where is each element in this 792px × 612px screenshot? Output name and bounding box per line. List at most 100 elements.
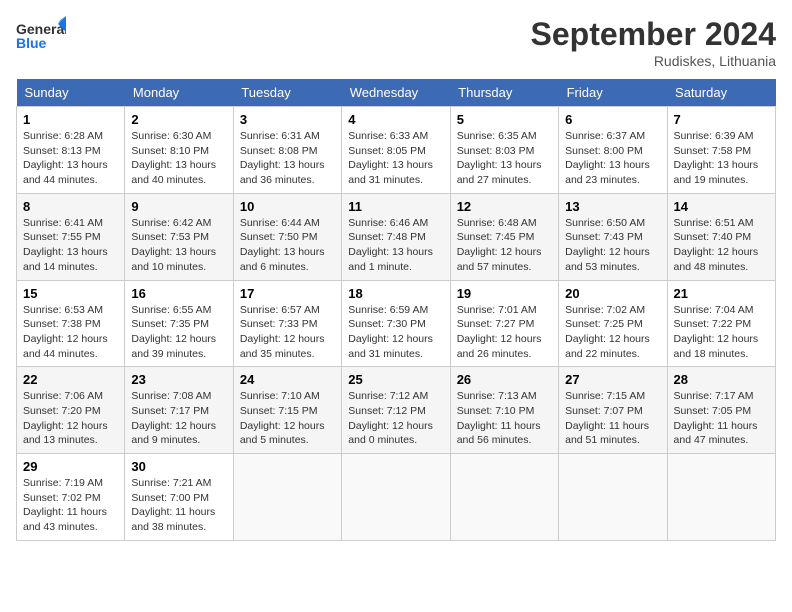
day-info: Sunrise: 6:37 AMSunset: 8:00 PMDaylight:… [565, 129, 660, 188]
calendar-body: 1 Sunrise: 6:28 AMSunset: 8:13 PMDaylight… [17, 107, 776, 541]
day-cell: 20Sunrise: 7:02 AMSunset: 7:25 PMDayligh… [559, 280, 667, 367]
day-cell [667, 454, 775, 541]
day-cell: 19Sunrise: 7:01 AMSunset: 7:27 PMDayligh… [450, 280, 558, 367]
day-number: 30 [131, 459, 226, 474]
day-info: Sunrise: 7:15 AMSunset: 7:07 PMDaylight:… [565, 389, 660, 448]
day-info: Sunrise: 7:12 AMSunset: 7:12 PMDaylight:… [348, 389, 443, 448]
day-cell: 3 Sunrise: 6:31 AMSunset: 8:08 PMDaylight… [233, 107, 341, 194]
day-info: Sunrise: 6:46 AMSunset: 7:48 PMDaylight:… [348, 216, 443, 275]
day-info: Sunrise: 6:33 AMSunset: 8:05 PMDaylight:… [348, 129, 443, 188]
day-cell: 17Sunrise: 6:57 AMSunset: 7:33 PMDayligh… [233, 280, 341, 367]
day-number: 28 [674, 372, 769, 387]
day-number: 27 [565, 372, 660, 387]
day-cell [233, 454, 341, 541]
weekday-friday: Friday [559, 79, 667, 107]
day-cell: 12 Sunrise: 6:48 AMSunset: 7:45 PMDayligh… [450, 193, 558, 280]
day-info: Sunrise: 6:59 AMSunset: 7:30 PMDaylight:… [348, 303, 443, 362]
day-number: 26 [457, 372, 552, 387]
day-info: Sunrise: 7:02 AMSunset: 7:25 PMDaylight:… [565, 303, 660, 362]
day-info: Sunrise: 6:31 AMSunset: 8:08 PMDaylight:… [240, 129, 335, 188]
day-cell: 18 Sunrise: 6:59 AMSunset: 7:30 PMDayligh… [342, 280, 450, 367]
day-cell: 4 Sunrise: 6:33 AMSunset: 8:05 PMDaylight… [342, 107, 450, 194]
day-cell: 22 Sunrise: 7:06 AMSunset: 7:20 PMDayligh… [17, 367, 125, 454]
day-number: 24 [240, 372, 335, 387]
day-info: Sunrise: 7:10 AMSunset: 7:15 PMDaylight:… [240, 389, 335, 448]
day-number: 4 [348, 112, 443, 127]
day-info: Sunrise: 6:39 AMSunset: 7:58 PMDaylight:… [674, 129, 769, 188]
day-number: 13 [565, 199, 660, 214]
day-cell: 13 Sunrise: 6:50 AMSunset: 7:43 PMDayligh… [559, 193, 667, 280]
day-number: 29 [23, 459, 118, 474]
day-info: Sunrise: 6:28 AMSunset: 8:13 PMDaylight:… [23, 129, 118, 188]
day-number: 16 [131, 286, 226, 301]
day-cell: 23 Sunrise: 7:08 AMSunset: 7:17 PMDayligh… [125, 367, 233, 454]
day-cell: 24 Sunrise: 7:10 AMSunset: 7:15 PMDayligh… [233, 367, 341, 454]
day-info: Sunrise: 6:48 AMSunset: 7:45 PMDaylight:… [457, 216, 552, 275]
day-cell: 10Sunrise: 6:44 AMSunset: 7:50 PMDayligh… [233, 193, 341, 280]
day-number: 18 [348, 286, 443, 301]
day-number: 9 [131, 199, 226, 214]
week-row-3: 15Sunrise: 6:53 AMSunset: 7:38 PMDayligh… [17, 280, 776, 367]
weekday-monday: Monday [125, 79, 233, 107]
day-number: 6 [565, 112, 660, 127]
day-cell: 6 Sunrise: 6:37 AMSunset: 8:00 PMDaylight… [559, 107, 667, 194]
day-number: 14 [674, 199, 769, 214]
week-row-4: 22 Sunrise: 7:06 AMSunset: 7:20 PMDayligh… [17, 367, 776, 454]
day-cell: 8 Sunrise: 6:41 AMSunset: 7:55 PMDaylight… [17, 193, 125, 280]
day-cell: 7 Sunrise: 6:39 AMSunset: 7:58 PMDaylight… [667, 107, 775, 194]
week-row-5: 29 Sunrise: 7:19 AMSunset: 7:02 PMDayligh… [17, 454, 776, 541]
day-number: 25 [348, 372, 443, 387]
day-info: Sunrise: 6:50 AMSunset: 7:43 PMDaylight:… [565, 216, 660, 275]
day-number: 19 [457, 286, 552, 301]
day-info: Sunrise: 6:51 AMSunset: 7:40 PMDaylight:… [674, 216, 769, 275]
day-info: Sunrise: 7:17 AMSunset: 7:05 PMDaylight:… [674, 389, 769, 448]
day-info: Sunrise: 6:42 AMSunset: 7:53 PMDaylight:… [131, 216, 226, 275]
day-info: Sunrise: 7:04 AMSunset: 7:22 PMDaylight:… [674, 303, 769, 362]
day-cell: 2 Sunrise: 6:30 AMSunset: 8:10 PMDaylight… [125, 107, 233, 194]
day-number: 10 [240, 199, 335, 214]
title-area: September 2024 Rudiskes, Lithuania [531, 16, 776, 69]
day-cell: 9 Sunrise: 6:42 AMSunset: 7:53 PMDaylight… [125, 193, 233, 280]
day-number: 8 [23, 199, 118, 214]
weekday-tuesday: Tuesday [233, 79, 341, 107]
day-number: 11 [348, 199, 443, 214]
header: General Blue September 2024 Rudiskes, Li… [16, 16, 776, 69]
day-cell [342, 454, 450, 541]
month-title: September 2024 [531, 16, 776, 53]
day-info: Sunrise: 6:35 AMSunset: 8:03 PMDaylight:… [457, 129, 552, 188]
day-number: 2 [131, 112, 226, 127]
weekday-saturday: Saturday [667, 79, 775, 107]
day-number: 22 [23, 372, 118, 387]
day-info: Sunrise: 6:41 AMSunset: 7:55 PMDaylight:… [23, 216, 118, 275]
day-number: 3 [240, 112, 335, 127]
day-cell: 29 Sunrise: 7:19 AMSunset: 7:02 PMDayligh… [17, 454, 125, 541]
day-cell: 26 Sunrise: 7:13 AMSunset: 7:10 PMDayligh… [450, 367, 558, 454]
day-info: Sunrise: 6:30 AMSunset: 8:10 PMDaylight:… [131, 129, 226, 188]
day-info: Sunrise: 6:55 AMSunset: 7:35 PMDaylight:… [131, 303, 226, 362]
day-cell: 30 Sunrise: 7:21 AMSunset: 7:00 PMDayligh… [125, 454, 233, 541]
day-info: Sunrise: 7:06 AMSunset: 7:20 PMDaylight:… [23, 389, 118, 448]
day-number: 15 [23, 286, 118, 301]
day-info: Sunrise: 7:13 AMSunset: 7:10 PMDaylight:… [457, 389, 552, 448]
day-cell [450, 454, 558, 541]
logo: General Blue [16, 16, 66, 61]
day-number: 7 [674, 112, 769, 127]
day-cell: 1 Sunrise: 6:28 AMSunset: 8:13 PMDaylight… [17, 107, 125, 194]
day-cell: 27 Sunrise: 7:15 AMSunset: 7:07 PMDayligh… [559, 367, 667, 454]
day-info: Sunrise: 7:21 AMSunset: 7:00 PMDaylight:… [131, 476, 226, 535]
day-cell: 14 Sunrise: 6:51 AMSunset: 7:40 PMDayligh… [667, 193, 775, 280]
calendar-table: SundayMondayTuesdayWednesdayThursdayFrid… [16, 79, 776, 541]
week-row-2: 8 Sunrise: 6:41 AMSunset: 7:55 PMDaylight… [17, 193, 776, 280]
day-number: 1 [23, 112, 118, 127]
day-info: Sunrise: 7:08 AMSunset: 7:17 PMDaylight:… [131, 389, 226, 448]
weekday-header-row: SundayMondayTuesdayWednesdayThursdayFrid… [17, 79, 776, 107]
day-number: 12 [457, 199, 552, 214]
day-number: 17 [240, 286, 335, 301]
svg-text:Blue: Blue [16, 35, 47, 51]
weekday-wednesday: Wednesday [342, 79, 450, 107]
logo-icon: General Blue [16, 16, 66, 61]
day-info: Sunrise: 7:19 AMSunset: 7:02 PMDaylight:… [23, 476, 118, 535]
day-number: 23 [131, 372, 226, 387]
day-cell: 11 Sunrise: 6:46 AMSunset: 7:48 PMDayligh… [342, 193, 450, 280]
day-cell: 25 Sunrise: 7:12 AMSunset: 7:12 PMDayligh… [342, 367, 450, 454]
